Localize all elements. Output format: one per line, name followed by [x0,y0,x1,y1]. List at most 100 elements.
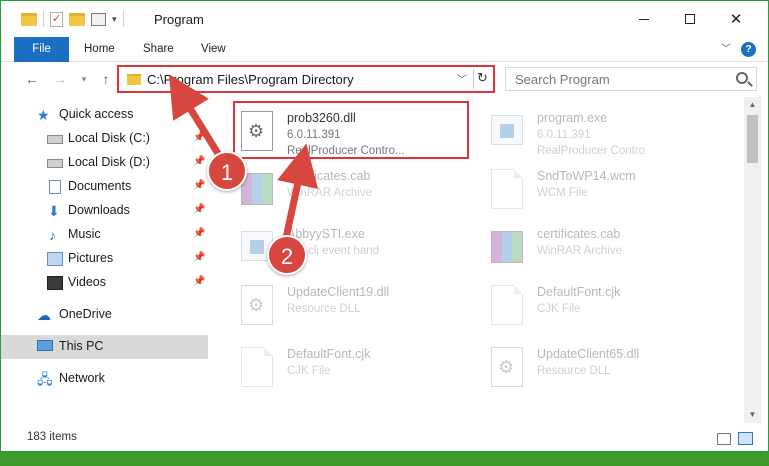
file-item[interactable]: program.exe 6.0.11.391 RealProducer Cont… [465,101,705,159]
star-icon: ★ [37,107,50,123]
help-icon[interactable]: ? [741,42,756,57]
sidebar-item-label: Pictures [68,251,114,265]
file-type: Resource DLL [287,303,361,315]
pin-icon[interactable]: 📌 [193,204,205,215]
dll-file-icon [491,347,523,387]
sidebar-item-downloads[interactable]: ⬇ Downloads 📌 [1,199,208,223]
file-item[interactable]: AbbyySTI.exe STI cli event hand [215,217,455,275]
sidebar-item-label: Network [59,371,105,385]
file-item[interactable]: SndToWP14.wcm WCM File [465,159,705,217]
title-bar: ✓ ▾ Program ✕ [1,1,768,37]
ribbon-tabs: File Home Share View ﹀ ? [1,37,768,62]
sidebar-item-label: This PC [59,339,104,353]
tab-home[interactable]: Home [84,37,115,62]
quick-access-toolbar: ✓ ▾ [21,11,124,27]
sidebar-item-label: Music [68,227,101,241]
videos-icon [47,276,63,290]
file-type: WinRAR Archive [537,245,622,257]
vertical-scrollbar[interactable]: ▲ ▼ [744,97,761,423]
archive-file-icon [491,231,523,263]
tab-share[interactable]: Share [143,37,174,62]
sidebar-item-this-pc[interactable]: This PC [1,335,208,359]
navigation-pane: ★ Quick access Local Disk (C:) 📌 Local D… [1,101,208,423]
pin-icon[interactable]: 📌 [193,252,205,263]
address-bar[interactable]: C:\Program Files\Program Directory ﹀ ↻ [117,65,495,93]
address-path[interactable]: C:\Program Files\Program Directory [147,72,354,87]
sidebar-item-local-disk-d[interactable]: Local Disk (D:) 📌 [1,151,208,175]
file-version: 6.0.11.391 [537,129,591,141]
file-type: Resource DLL [537,365,611,377]
network-icon: 🖧 [37,371,53,387]
sidebar-item-label: Documents [68,179,132,193]
sidebar-item-network[interactable]: 🖧 Network [1,367,208,391]
expand-ribbon-icon[interactable]: ﹀ [719,43,733,57]
close-icon: ✕ [729,11,743,28]
new-folder-icon[interactable] [69,12,85,26]
file-item[interactable]: certificates.cab WinRAR Archive [215,159,455,217]
up-arrow-icon[interactable]: ↑ [97,70,115,88]
tiles-view-icon[interactable] [738,432,753,445]
file-name: DefaultFont.cjk [287,347,371,361]
refresh-icon[interactable]: ↻ [477,70,488,86]
status-bar: 183 items [1,425,768,451]
recent-locations-icon[interactable]: ▾ [75,70,93,88]
drive-icon [47,135,63,144]
pin-icon[interactable]: 📌 [193,132,205,143]
sidebar-item-label: Quick access [59,107,134,121]
address-dropdown-icon[interactable]: ﹀ [457,71,467,86]
customize-toolbar-icon[interactable] [91,12,106,26]
minimize-button[interactable] [621,1,667,37]
file-name: UpdateClient19.dll [287,285,390,299]
explorer-window: ✓ ▾ Program ✕ File Home Share View ﹀ ? ←… [0,0,769,452]
scrollbar-thumb[interactable] [747,115,758,163]
forward-arrow-icon[interactable]: → [51,70,69,88]
details-view-icon[interactable] [717,433,731,445]
file-name: certificates.cab [287,169,371,183]
file-item[interactable]: UpdateClient65.dll Resource DLL [465,337,705,395]
file-item[interactable]: UpdateClient19.dll Resource DLL [215,275,455,333]
file-name: program.exe [537,111,608,125]
folder-icon [21,12,37,26]
sidebar-item-music[interactable]: ♪ Music 📌 [1,223,208,247]
properties-check-icon[interactable]: ✓ [50,11,63,27]
file-type: CJK File [287,365,331,377]
file-item[interactable]: certificates.cab WinRAR Archive [465,217,705,275]
sidebar-item-quick-access[interactable]: ★ Quick access [1,103,208,127]
toolbar-divider [43,11,44,27]
sidebar-item-videos[interactable]: Videos 📌 [1,271,208,295]
step-badge-2: 2 [267,235,307,275]
search-placeholder: Search Program [515,72,610,87]
close-button[interactable]: ✕ [713,1,759,37]
tab-view[interactable]: View [201,37,226,62]
file-type: WinRAR Archive [287,187,372,199]
pin-icon[interactable]: 📌 [193,156,205,167]
maximize-button[interactable] [667,1,713,37]
sidebar-item-local-disk-c[interactable]: Local Disk (C:) 📌 [1,127,208,151]
tab-file[interactable]: File [14,37,69,62]
computer-icon [37,340,53,351]
folder-icon [127,74,141,85]
sidebar-item-onedrive[interactable]: ☁ OneDrive [1,303,208,327]
file-item[interactable]: DefaultFont.cjk CJK File [215,337,455,395]
scroll-up-icon[interactable]: ▲ [744,99,761,111]
file-item[interactable]: DefaultFont.cjk CJK File [465,275,705,333]
item-count: 183 items [27,431,77,443]
pin-icon[interactable]: 📌 [193,228,205,239]
file-type: CJK File [537,303,581,315]
drive-icon [47,159,63,168]
search-icon [736,72,748,84]
pin-icon[interactable]: 📌 [193,180,205,191]
back-arrow-icon[interactable]: ← [23,70,41,88]
search-input[interactable]: Search Program [505,67,757,91]
pin-icon[interactable]: 📌 [193,276,205,287]
scroll-down-icon[interactable]: ▼ [744,409,761,421]
chevron-down-icon[interactable]: ▾ [112,14,117,25]
download-icon: ⬇ [48,203,60,219]
music-icon: ♪ [49,227,56,243]
file-name: certificates.cab [537,227,621,241]
sidebar-item-documents[interactable]: Documents 📌 [1,175,208,199]
sidebar-item-label: Local Disk (D:) [68,155,150,169]
sidebar-item-pictures[interactable]: Pictures 📌 [1,247,208,271]
selected-file-highlight [233,101,469,159]
sidebar-item-label: OneDrive [59,307,112,321]
